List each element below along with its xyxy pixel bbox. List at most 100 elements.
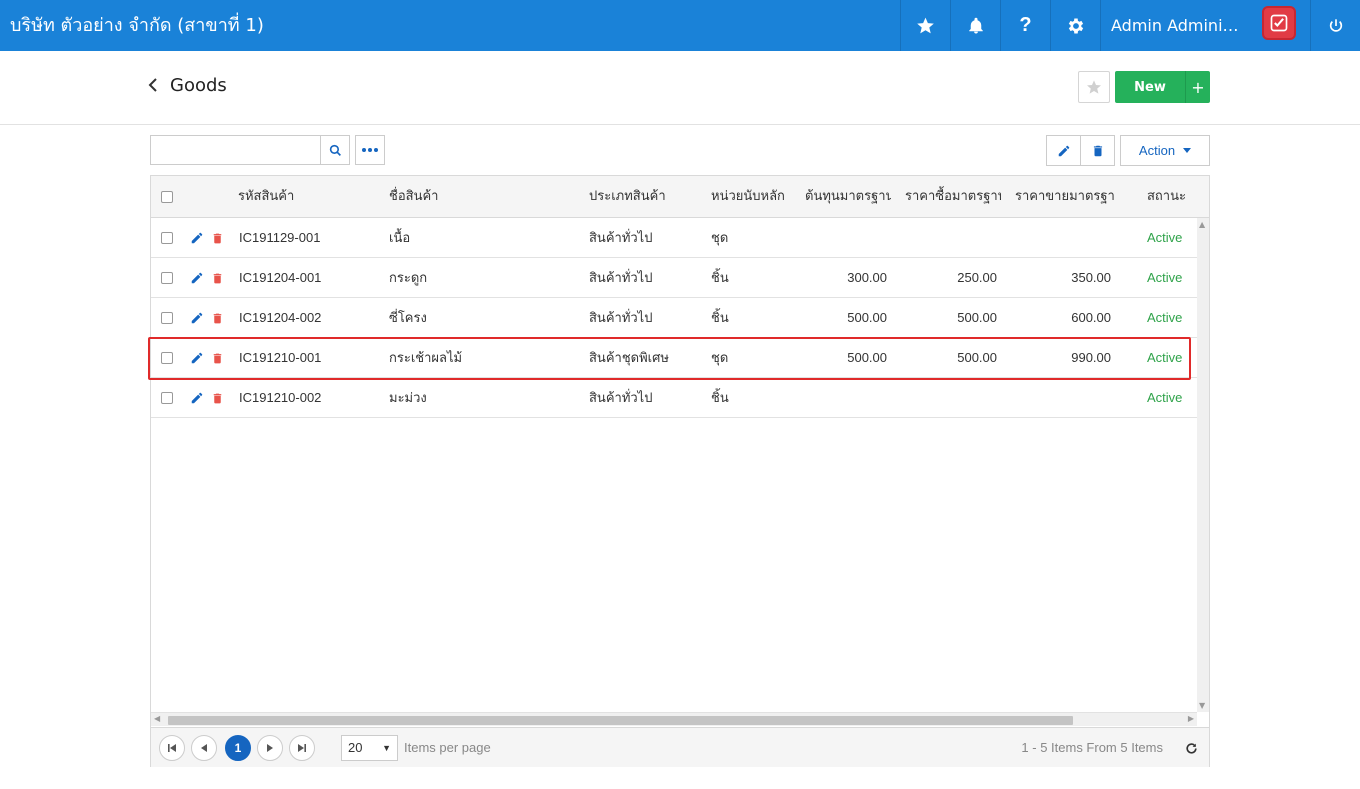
bulk-delete-button[interactable] xyxy=(1080,135,1115,166)
more-options-button[interactable] xyxy=(355,135,385,165)
table-row[interactable]: IC191204-001 กระดูก สินค้าทั่วไป ชิ้น 300.00… xyxy=(151,258,1197,298)
trash-icon[interactable] xyxy=(209,270,225,286)
table-row[interactable]: IC191129-001 เนื้อ สินค้าทั่วไป ชุด Active xyxy=(151,218,1197,258)
pager: 1 20 ▼ Items per page 1 - 5 Items From 5… xyxy=(151,727,1209,767)
table-row[interactable]: IC191204-002 ซี่โครง สินค้าทั่วไป ชิ้น 500.0… xyxy=(151,298,1197,338)
column-header-code[interactable]: รหัสสินค้า xyxy=(238,176,378,218)
cell-sell-price: 600.00 xyxy=(1071,310,1111,325)
logout-button[interactable] xyxy=(1310,0,1360,51)
vertical-scrollbar[interactable]: ▲ ▼ xyxy=(1197,218,1209,712)
horizontal-scroll-thumb[interactable] xyxy=(168,716,1073,725)
row-checkbox[interactable] xyxy=(161,312,173,324)
scroll-up-icon[interactable]: ▲ xyxy=(1199,220,1205,229)
cell-name: กระเช้าผลไม้ xyxy=(389,350,463,365)
table-row[interactable]: IC191210-001 กระเช้าผลไม้ สินค้าชุดพิเศษ ชุ… xyxy=(151,338,1197,378)
next-page-button[interactable] xyxy=(257,735,283,761)
cell-name: กระดูก xyxy=(389,270,428,285)
cell-type: สินค้าทั่วไป xyxy=(589,310,653,325)
pencil-icon[interactable] xyxy=(189,350,205,366)
row-checkbox[interactable] xyxy=(161,392,173,404)
scroll-left-icon[interactable]: ◀ xyxy=(154,714,160,723)
row-checkbox[interactable] xyxy=(161,232,173,244)
pencil-icon[interactable] xyxy=(189,230,205,246)
horizontal-scrollbar[interactable]: ◀ ▶ xyxy=(151,712,1197,726)
row-checkbox[interactable] xyxy=(161,352,173,364)
table-row[interactable]: IC191210-002 มะม่วง สินค้าทั่วไป ชิ้น Active xyxy=(151,378,1197,418)
cell-cost: 500.00 xyxy=(847,350,887,365)
pencil-icon[interactable] xyxy=(189,390,205,406)
last-page-button[interactable] xyxy=(289,735,315,761)
action-label: Action xyxy=(1138,143,1176,158)
column-header-sell-price[interactable]: ราคาขายมาตรฐาน xyxy=(1015,176,1115,218)
caret-down-icon xyxy=(1183,148,1192,153)
pencil-icon xyxy=(1058,145,1069,156)
avatar[interactable] xyxy=(1262,6,1296,40)
select-all-checkbox[interactable] xyxy=(161,191,173,203)
column-header-type[interactable]: ประเภทสินค้า xyxy=(589,176,699,218)
cell-type: สินค้าทั่วไป xyxy=(589,230,653,245)
cell-sell-price xyxy=(1011,378,1111,418)
notifications-button[interactable] xyxy=(950,0,1000,51)
page-number-current[interactable]: 1 xyxy=(225,735,251,761)
column-header-status[interactable]: สถานะ xyxy=(1147,176,1185,218)
pencil-icon[interactable] xyxy=(189,270,205,286)
star-icon xyxy=(917,17,934,34)
cell-buy-price: 500.00 xyxy=(957,350,997,365)
trash-icon[interactable] xyxy=(209,230,225,246)
first-page-icon xyxy=(168,744,176,752)
search-input[interactable] xyxy=(150,135,321,165)
scroll-right-icon[interactable]: ▶ xyxy=(1188,714,1194,723)
action-dropdown[interactable]: Action xyxy=(1120,135,1210,166)
page-title: Goods xyxy=(170,75,227,96)
prev-page-icon xyxy=(201,744,207,752)
favorite-page-button[interactable] xyxy=(1078,71,1110,103)
cell-code[interactable]: IC191204-002 xyxy=(239,298,379,338)
cell-status: Active xyxy=(1147,270,1183,285)
cell-name: เนื้อ xyxy=(389,230,411,245)
back-chevron-icon[interactable] xyxy=(148,76,158,97)
cell-unit: ชิ้น xyxy=(711,270,729,285)
cell-sell-price: 990.00 xyxy=(1071,350,1111,365)
star-icon xyxy=(1087,80,1101,94)
new-button[interactable]: New xyxy=(1115,71,1185,103)
cell-sell-price: 350.00 xyxy=(1071,270,1111,285)
cell-cost xyxy=(801,378,887,418)
search-button[interactable] xyxy=(320,135,350,165)
new-dropdown-plus-button[interactable]: + xyxy=(1185,71,1210,103)
cell-name: มะม่วง xyxy=(389,390,427,405)
cell-code[interactable]: IC191210-002 xyxy=(239,378,379,418)
cell-status: Active xyxy=(1147,230,1183,245)
help-button[interactable]: ? xyxy=(1000,0,1050,51)
pencil-icon[interactable] xyxy=(189,310,205,326)
prev-page-button[interactable] xyxy=(191,735,217,761)
trash-icon[interactable] xyxy=(209,310,225,326)
column-header-unit[interactable]: หน่วยนับหลัก xyxy=(711,176,791,218)
search-icon xyxy=(329,144,341,156)
page-header: Goods New + xyxy=(0,51,1360,125)
cell-code[interactable]: IC191204-001 xyxy=(239,258,379,298)
caret-down-icon: ▼ xyxy=(382,743,391,753)
scroll-down-icon[interactable]: ▼ xyxy=(1199,701,1205,710)
row-checkbox[interactable] xyxy=(161,272,173,284)
trash-icon[interactable] xyxy=(209,350,225,366)
favorites-button[interactable] xyxy=(900,0,950,51)
column-header-name[interactable]: ชื่อสินค้า xyxy=(389,176,579,218)
company-name[interactable]: บริษัท ตัวอย่าง จำกัด (สาขาที่ 1) xyxy=(10,0,264,51)
trash-icon[interactable] xyxy=(209,390,225,406)
cell-code[interactable]: IC191210-001 xyxy=(239,338,379,378)
cell-cost: 500.00 xyxy=(847,310,887,325)
user-menu[interactable]: Admin Administrator xyxy=(1100,0,1245,51)
column-header-cost[interactable]: ต้นทุนมาตรฐาน xyxy=(805,176,891,218)
cell-unit: ชิ้น xyxy=(711,390,729,405)
cell-unit: ชุด xyxy=(711,350,729,365)
cell-type: สินค้าชุดพิเศษ xyxy=(589,350,669,365)
first-page-button[interactable] xyxy=(159,735,185,761)
bulk-edit-button[interactable] xyxy=(1046,135,1081,166)
column-header-buy-price[interactable]: ราคาซื้อมาตรฐาน xyxy=(905,176,1001,218)
checkmark-icon xyxy=(1270,14,1288,32)
page-size-select[interactable]: 20 ▼ xyxy=(341,735,398,761)
settings-button[interactable] xyxy=(1050,0,1100,51)
cell-code[interactable]: IC191129-001 xyxy=(239,218,379,258)
refresh-button[interactable] xyxy=(1181,738,1201,758)
top-bar: บริษัท ตัวอย่าง จำกัด (สาขาที่ 1) ? Admi… xyxy=(0,0,1360,51)
